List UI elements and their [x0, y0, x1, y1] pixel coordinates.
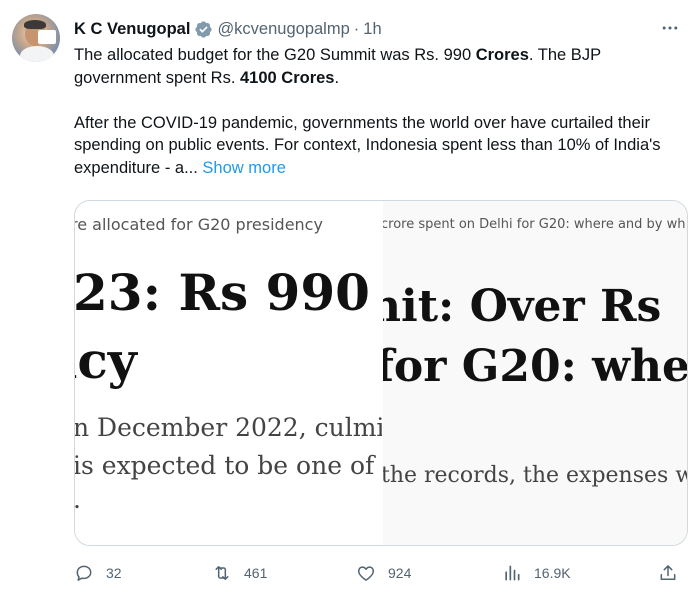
tweet-text-segment: government spent Rs.	[74, 68, 240, 87]
image-caption: crore spent on Delhi for G20: where and …	[383, 217, 686, 232]
image-headline: ncy	[75, 331, 137, 390]
verified-badge-icon	[194, 20, 213, 39]
views-count: 16.9K	[534, 565, 571, 581]
like-icon	[357, 566, 375, 581]
image-headline: 23: Rs 990	[75, 263, 370, 322]
tweet-text: The allocated budget for the G20 Summit …	[74, 44, 684, 202]
tweet-text-segment: The allocated budget for the G20 Summit …	[74, 46, 476, 64]
image-headline: for G20: whe	[383, 341, 688, 392]
tweet-text-segment: . The BJP	[528, 46, 602, 64]
share-button[interactable]	[658, 558, 690, 588]
tweet-bold-segment: Crores	[475, 46, 529, 64]
repost-button[interactable]: 461	[212, 558, 267, 588]
avatar-hair	[24, 20, 46, 29]
image-caption: re allocated for G20 presidency	[75, 215, 323, 234]
more-options-button[interactable]	[658, 16, 682, 40]
repost-icon	[215, 566, 229, 580]
image-body-text: n December 2022, culmi	[75, 413, 382, 442]
views-button[interactable]: 16.9K	[502, 558, 571, 588]
tweet-actions: 32 461 924 16.9K	[74, 558, 686, 588]
like-count: 924	[388, 565, 412, 581]
separator-dot: ·	[353, 19, 360, 38]
tweet-paragraph-2: After the COVID-19 pandemic, governments…	[74, 112, 684, 180]
avatar-badge	[38, 30, 56, 44]
tweet-card[interactable]: K C Venugopal @kcvenugopalmp · 1h The al…	[0, 0, 696, 596]
image-body-text: is expected to be one of	[75, 451, 375, 480]
reply-button[interactable]: 32	[74, 558, 122, 588]
tweet-paragraph-1: The allocated budget for the G20 Summit …	[74, 44, 684, 89]
media-image-left[interactable]: re allocated for G20 presidency 23: Rs 9…	[75, 201, 382, 545]
show-more-link[interactable]: Show more	[202, 159, 285, 177]
reply-icon	[76, 565, 92, 581]
media-grid: re allocated for G20 presidency 23: Rs 9…	[74, 200, 688, 546]
tweet-bold-segment: 4100 Crores	[240, 68, 335, 87]
like-button[interactable]: 924	[356, 558, 411, 588]
image-body-text: the records, the expenses w	[383, 463, 688, 488]
tweet-text-segment: After the COVID-19 pandemic, governments…	[74, 113, 661, 177]
author-avatar[interactable]	[12, 14, 60, 62]
media-image-right[interactable]: crore spent on Delhi for G20: where and …	[383, 201, 688, 545]
repost-count: 461	[244, 565, 268, 581]
tweet-header: K C Venugopal @kcvenugopalmp · 1h	[74, 18, 382, 40]
image-headline: nit: Over Rs	[383, 281, 662, 332]
tweet-text-segment: .	[334, 68, 340, 87]
views-icon	[505, 565, 520, 581]
author-handle[interactable]: @kcvenugopalmp	[217, 20, 349, 39]
reply-count: 32	[106, 565, 122, 581]
avatar-shirt	[20, 46, 54, 62]
post-time[interactable]: 1h	[363, 20, 381, 39]
share-icon	[660, 565, 676, 580]
image-body-text: .	[75, 485, 81, 514]
author-name[interactable]: K C Venugopal	[74, 20, 190, 39]
more-horizontal-icon	[662, 26, 678, 30]
